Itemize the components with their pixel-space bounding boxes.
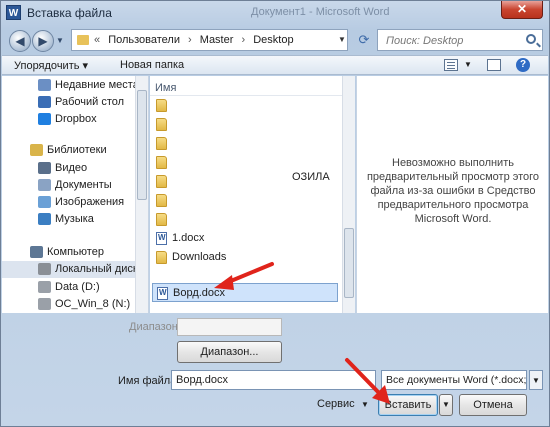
annotation-arrow-file xyxy=(214,262,274,290)
annotation-layer xyxy=(214,262,390,404)
annotation-arrow-insert xyxy=(345,358,390,404)
